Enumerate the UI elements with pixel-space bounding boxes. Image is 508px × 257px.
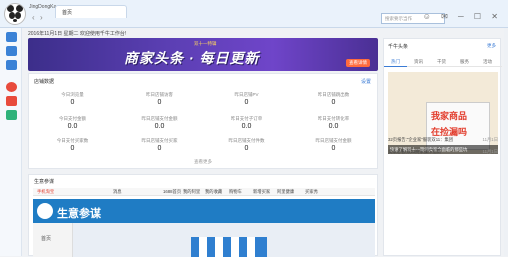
welcome-text: 2016年11月1日 星期二 欢迎使用千牛工作台!	[28, 31, 127, 37]
stat-cell: 昨日店铺访客 0	[146, 92, 173, 106]
tab-home[interactable]: 首页	[55, 5, 127, 18]
back-icon[interactable]: ‹	[32, 13, 35, 22]
business-advisor-panel: 生意参谋 手机淘宝 消息 1688首页 我的阿里 我的收藏 购物车 新增买家 阿…	[28, 174, 378, 257]
store-awning-icon	[191, 237, 267, 257]
bookmark-item[interactable]: 1688首页	[163, 189, 181, 195]
stat-cell: 昨日支付转化率 0.0	[317, 116, 350, 130]
app-header: 生意参谋	[33, 199, 375, 223]
banner-subtitle: 双十一特辑	[194, 41, 217, 46]
promo-banner[interactable]: 双十一特辑 商家头条 · 每日更新 查看详情	[28, 38, 378, 71]
stat-cell: 昨日支付子订单 0.0	[230, 116, 263, 130]
stat-cell: 昨日店铺支付金额 0	[315, 138, 352, 152]
stat-cell: 昨日店铺PV 0	[234, 92, 259, 106]
app-nav: 首页	[33, 223, 73, 257]
banner-cta-button[interactable]: 查看详情	[346, 59, 370, 67]
banner-title: 商家头条 · 每日更新	[124, 50, 260, 66]
stat-cell: 今日支付买家数 0	[56, 138, 89, 152]
tab-hot[interactable]: 热门	[384, 58, 407, 67]
bookmark-item[interactable]: 购物车	[229, 189, 242, 195]
title-bar: JingDongKa... ‹ › 首页 搜索要示当作 ☺ ✉ ─ ☐ ✕	[0, 0, 508, 28]
app-logo-icon	[37, 203, 53, 219]
image-headline: 我家商品	[431, 111, 468, 121]
settings-link[interactable]: 设置	[361, 78, 371, 85]
edit-icon[interactable]	[6, 46, 17, 56]
bookmark-toolbar: 手机淘宝 消息 1688首页 我的阿里 我的收藏 购物车 新增买家 阿里健康 买…	[33, 188, 375, 196]
bookmark-item[interactable]: 新增买家	[253, 189, 270, 195]
tab-service[interactable]: 服务	[453, 58, 476, 66]
bookmark-item[interactable]: 手机淘宝	[37, 189, 54, 195]
list-icon[interactable]	[6, 32, 17, 42]
bookmark-item[interactable]: 买家秀	[305, 189, 318, 195]
document-icon[interactable]	[6, 110, 17, 120]
tab-news[interactable]: 资讯	[407, 58, 430, 66]
tag-icon[interactable]	[6, 60, 17, 70]
view-more-link[interactable]: 查看更多	[29, 159, 377, 165]
sidebar	[0, 28, 22, 256]
bookmark-item[interactable]: 消息	[113, 189, 122, 195]
bookmark-item[interactable]: 阿里健康	[277, 189, 294, 195]
panel-title: 生意参谋	[34, 179, 55, 185]
stat-cell: 昨日店铺支付买家 0	[141, 138, 178, 152]
news-tabs: 热门 资讯 干货 服务 活动	[384, 57, 502, 67]
tab-tips[interactable]: 干货	[430, 58, 453, 66]
bookmark-item[interactable]: 我的收藏	[205, 189, 222, 195]
stat-cell: 今日支付金额 0.0	[59, 116, 86, 130]
user-icon[interactable]	[6, 96, 17, 106]
app-nav-home[interactable]: 首页	[41, 235, 51, 242]
avatar[interactable]	[4, 3, 26, 25]
news-item[interactable]: 32页报告:"企业家"服装双11：集团 11月1日	[388, 137, 498, 143]
target-icon[interactable]	[6, 82, 17, 92]
news-panel: 千牛头条 更多 热门 资讯 干货 服务 活动 我家商品 在捡漏吗 快速了解双十一…	[383, 38, 502, 256]
panel-title: 店铺数据	[34, 79, 55, 85]
stat-cell: 昨日店铺支付件数 0	[228, 138, 265, 152]
stat-cell: 昨日店铺支付金额 0.0	[141, 116, 178, 130]
news-item[interactable]: 卖家必看!双11商家操作指南 11月1日	[388, 149, 498, 155]
scrollbar[interactable]	[504, 28, 508, 256]
embedded-app: 生意参谋 首页	[33, 199, 375, 257]
news-more-link[interactable]: 更多	[487, 43, 496, 49]
window-controls[interactable]: ☺ ✉ ─ ☐ ✕	[423, 12, 502, 21]
stat-cell: 今日浏览量 0	[61, 92, 84, 106]
app-name: 生意参谋	[57, 208, 101, 220]
forward-icon[interactable]: ›	[40, 13, 43, 22]
tab-events[interactable]: 活动	[476, 58, 499, 66]
bookmark-item[interactable]: 我的阿里	[183, 189, 200, 195]
stat-cell: 昨日店铺跳出数 0	[317, 92, 350, 106]
panel-title: 千牛头条	[388, 44, 409, 50]
store-stats-panel: 店铺数据 设置 今日浏览量 0 昨日店铺访客 0 昨日店铺PV 0 昨日店铺跳出数 0 …	[28, 73, 378, 169]
